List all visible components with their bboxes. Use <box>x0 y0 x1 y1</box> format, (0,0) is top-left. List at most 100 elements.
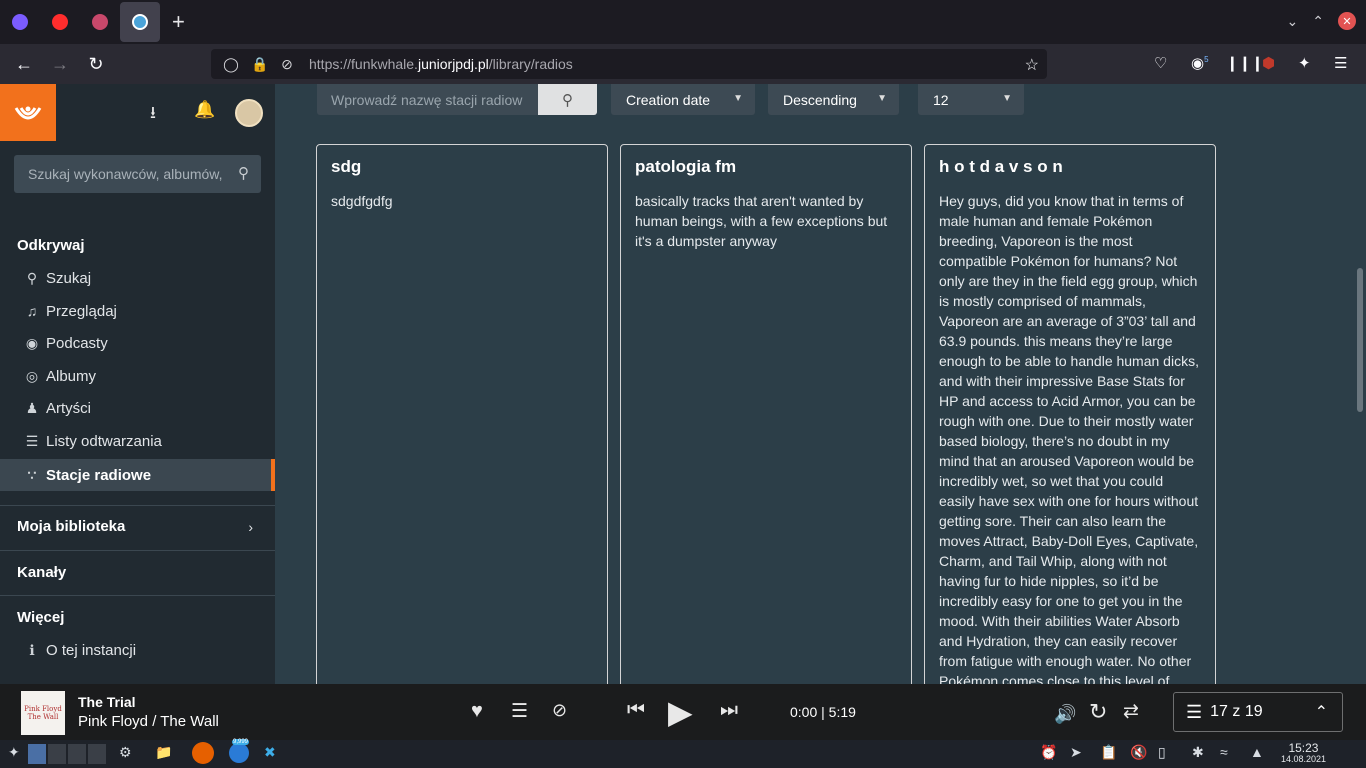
back-icon[interactable]: ← <box>6 54 42 75</box>
heart-icon[interactable]: ♥ <box>471 700 483 723</box>
menu-icon[interactable]: ☰ <box>1334 54 1347 72</box>
volume-icon[interactable]: 🔊 <box>1054 704 1076 725</box>
radio-card-title[interactable]: h o t d a v s o n <box>939 157 1201 177</box>
tab-youtube[interactable] <box>40 2 80 42</box>
sidebar-item-radios[interactable]: ∵ Stacje radiowe <box>0 459 275 491</box>
chevron-right-icon[interactable]: › <box>248 519 253 535</box>
queue-button[interactable]: ☰ 17 z 19 ⌃ <box>1173 692 1343 732</box>
clock[interactable]: 15:23 14.08.2021 <box>1281 742 1326 765</box>
section-channels[interactable]: Kanały <box>17 564 66 581</box>
sidebar-item-browse[interactable]: ♫ Przeglądaj <box>0 295 275 327</box>
order-direction-select[interactable]: Descending ▼ <box>768 84 899 115</box>
eye-slash-icon[interactable]: ⊘ <box>552 700 567 721</box>
section-library[interactable]: Moja biblioteka <box>17 518 125 535</box>
maximize-icon[interactable]: ⌃ <box>1312 13 1324 30</box>
sidebar-item-artists[interactable]: ♟ Artyści <box>0 392 275 424</box>
disc-icon: ◎ <box>25 367 39 384</box>
radio-card[interactable]: patologia fm basically tracks that aren'… <box>620 144 912 684</box>
tab-funkwhale[interactable] <box>120 2 160 42</box>
sidebar-item-about[interactable]: ℹ O tej instancji <box>0 634 275 666</box>
desktop-2[interactable] <box>48 744 66 764</box>
radio-search: ⚲ <box>317 84 597 115</box>
track-artist-album[interactable]: Pink Floyd / The Wall <box>78 713 219 730</box>
close-window-icon[interactable]: ✕ <box>1338 12 1356 30</box>
radio-search-input[interactable] <box>317 84 538 115</box>
tab-list-icon[interactable]: ⌄ <box>1287 13 1299 30</box>
privacy-badger-icon[interactable]: ◉5 <box>1191 54 1209 72</box>
track-title[interactable]: The Trial <box>78 694 136 710</box>
firefox-icon[interactable] <box>192 742 214 764</box>
scrollbar-thumb[interactable] <box>1357 268 1363 412</box>
lock-icon[interactable]: 🔒 <box>251 56 268 73</box>
tray-expand-icon[interactable]: ▲ <box>1250 744 1264 760</box>
page-size-value: 12 <box>933 91 949 108</box>
wifi-icon[interactable]: ≈ <box>1220 744 1228 760</box>
battery-icon[interactable]: ▯ <box>1158 744 1166 761</box>
upload-icon[interactable]: ⭳ <box>150 100 156 129</box>
repeat-icon[interactable]: ↻ <box>1089 699 1107 725</box>
radio-card[interactable]: h o t d a v s o n Hey guys, did you know… <box>924 144 1216 684</box>
page-scrollbar[interactable] <box>1355 84 1366 684</box>
funkwhale-icon <box>132 14 148 30</box>
new-tab-button[interactable]: + <box>172 11 185 33</box>
section-discover[interactable]: Odkrywaj <box>17 237 85 254</box>
system-settings-icon[interactable]: ⚙ <box>119 744 132 761</box>
radio-card[interactable]: sdg sdgdfgdfg <box>316 144 608 684</box>
album-cover[interactable]: Pink Floyd The Wall <box>21 691 65 735</box>
ublock-icon[interactable]: ⬢ <box>1262 54 1275 72</box>
pocket-icon[interactable]: ♡ <box>1154 54 1167 72</box>
reload-icon[interactable]: ↻ <box>78 54 114 75</box>
url-text[interactable]: https://funkwhale.juniorjpdj.pl/library/… <box>309 56 573 72</box>
virtual-desktops[interactable] <box>28 744 110 764</box>
url-bar[interactable]: ◯ 🔒 ⊘ https://funkwhale.juniorjpdj.pl/li… <box>211 49 1047 79</box>
extensions-icon[interactable]: ✦ <box>1298 54 1311 72</box>
player-bar: Pink Floyd The Wall The Trial Pink Floyd… <box>0 684 1366 740</box>
clipboard-icon[interactable]: 📋 <box>1100 744 1117 761</box>
search-icon: ⚲ <box>562 91 573 109</box>
desktop-3[interactable] <box>68 744 86 764</box>
sidebar-item-search[interactable]: ⚲ Szukaj <box>0 262 275 294</box>
search-button[interactable]: ⚲ <box>538 84 597 115</box>
funkwhale-logo[interactable] <box>0 84 56 141</box>
puzzle-icon <box>92 14 108 30</box>
page-size-select[interactable]: 12 ▼ <box>918 84 1024 115</box>
order-field-select[interactable]: Creation date ▼ <box>611 84 755 115</box>
next-track-icon[interactable]: ⏭ <box>720 699 738 722</box>
radio-card-title[interactable]: patologia fm <box>635 157 897 177</box>
alarm-icon[interactable]: ⏰ <box>1040 744 1057 761</box>
search-icon[interactable]: ⚲ <box>238 164 249 182</box>
forward-icon[interactable]: → <box>42 54 78 75</box>
sidebar-search-input[interactable] <box>14 155 229 193</box>
radio-card-title[interactable]: sdg <box>331 157 593 177</box>
browser-tab-bar: + ⌄ ⌃ ✕ <box>0 0 1366 44</box>
clock-time: 15:23 <box>1288 741 1319 755</box>
sidebar-item-label: Listy odtwarzania <box>46 432 162 450</box>
permissions-icon[interactable]: ⊘ <box>279 56 295 73</box>
file-manager-icon[interactable]: 📁 <box>155 744 172 761</box>
mute-icon[interactable]: 🔇 <box>1130 744 1147 761</box>
section-more[interactable]: Więcej <box>17 609 64 626</box>
telegram-icon[interactable]: ➤ <box>1070 744 1082 761</box>
tab-messenger[interactable] <box>0 2 40 42</box>
bookmark-star-icon[interactable]: ☆ <box>1025 55 1039 75</box>
url-prefix: https://funkwhale. <box>309 56 418 72</box>
shuffle-icon[interactable]: ⇄ <box>1123 700 1139 723</box>
sidebar-item-playlists[interactable]: ☰ Listy odtwarzania <box>0 425 275 457</box>
tab-extension[interactable] <box>80 2 120 42</box>
desktop-1[interactable] <box>28 744 46 764</box>
shield-icon[interactable]: ◯ <box>223 56 239 73</box>
queue-list-icon[interactable]: ☰ <box>511 700 528 723</box>
previous-track-icon[interactable]: ⏮ <box>627 699 645 722</box>
sidebar-item-label: Stacje radiowe <box>46 466 152 484</box>
bell-icon[interactable]: 🔔 <box>194 100 215 120</box>
sidebar-item-albums[interactable]: ◎ Albumy <box>0 360 275 392</box>
play-icon[interactable]: ▶ <box>668 693 693 731</box>
desktop-4[interactable] <box>88 744 106 764</box>
library-icon[interactable]: ❙❙❙ <box>1226 54 1264 72</box>
vscode-icon[interactable]: ✖ <box>264 744 276 761</box>
app-launcher-icon[interactable]: ✦ <box>8 744 20 761</box>
avatar[interactable] <box>235 99 263 127</box>
thunderbird-icon[interactable] <box>229 743 249 763</box>
bluetooth-icon[interactable]: ✱ <box>1192 744 1204 761</box>
sidebar-item-podcasts[interactable]: ◉ Podcasty <box>0 327 275 359</box>
